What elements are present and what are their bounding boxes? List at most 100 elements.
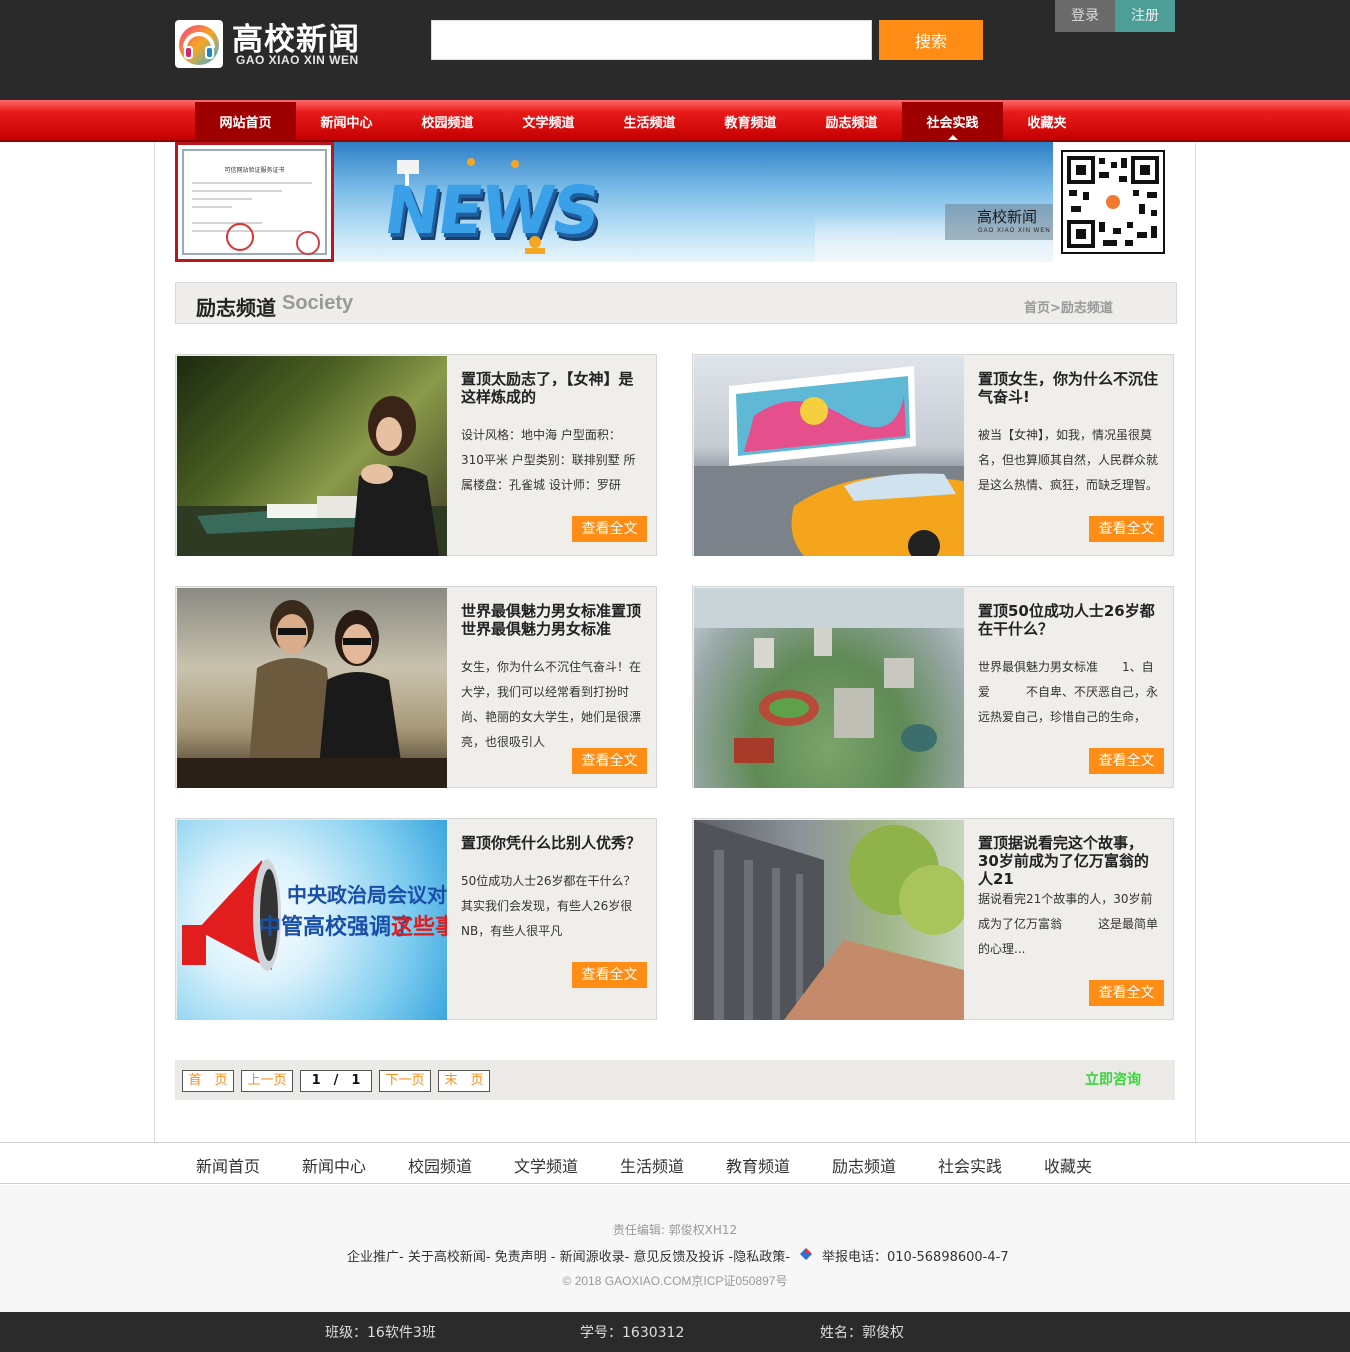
read-more-button[interactable]: 查看全文 [572, 962, 647, 988]
nav-item-label: 新闻中心 [320, 116, 373, 131]
article-image[interactable] [694, 820, 964, 1020]
megaphone-illustration: 中央政治局会议对 中管高校强调了 这些事 [182, 859, 447, 971]
nav-item-label: 文学频道 [522, 116, 575, 131]
logo-headphones-icon[interactable] [175, 20, 223, 68]
footer-link-literature[interactable]: 文学频道 [514, 1153, 578, 1177]
banner-label-en: GAO XIAO XIN WEN [978, 228, 1051, 234]
student-class: 班级：16软件3班 [325, 1325, 436, 1341]
footer-nav: 新闻首页 新闻中心 校园频道 文学频道 生活频道 教育频道 励志频道 社会实践 … [0, 1142, 1350, 1184]
article-title[interactable]: 置顶女生，你为什么不沉住气奋斗! [978, 370, 1158, 406]
nav-item-campus[interactable]: 校园频道 [397, 102, 498, 140]
container-border-left [154, 142, 155, 1142]
read-more-button[interactable]: 查看全文 [1089, 980, 1164, 1006]
nav-item-label: 收藏夹 [1027, 116, 1067, 131]
article-image[interactable] [177, 356, 447, 556]
report-phone: 举报电话：010-56898600-4-7 [822, 1250, 1009, 1265]
copyright: © 2018 GAOXIAO.COM京ICP证050897号 [562, 1274, 788, 1288]
nav-item-education[interactable]: 教育频道 [700, 102, 801, 140]
certificate-seal-icon [226, 223, 254, 251]
article-description: 世界最俱魅力男女标准 1、自爱 不自卑、不厌恶自己，永远热爱自己，珍惜自己的生命… [978, 660, 1159, 724]
article-title[interactable]: 置顶太励志了，【女神】是这样炼成的 [461, 370, 641, 406]
page-indicator: 1 / 1 [300, 1070, 372, 1092]
article-card: 置顶50位成功人士26岁都在干什么？ 世界最俱魅力男女标准 1、自爱 不自卑、不… [692, 586, 1174, 788]
nav-item-favorites[interactable]: 收藏夹 [1003, 102, 1091, 140]
news-banner[interactable]: 可信网站验证服务证书 NEWS 高校新闻 GAO XIAO XIN WEN [175, 142, 1053, 262]
nav-item-news-center[interactable]: 新闻中心 [296, 102, 397, 140]
article-image[interactable] [177, 588, 447, 788]
nav-item-home[interactable]: 网站首页 [195, 102, 296, 140]
breadcrumb[interactable]: 首页>励志频道 [1024, 297, 1113, 316]
search-button[interactable]: 搜索 [879, 20, 983, 60]
footer-link-life[interactable]: 生活频道 [620, 1153, 684, 1177]
article-card: 中央政治局会议对 中管高校强调了 这些事 置顶你凭什么比别人优秀？ 50位成功人… [175, 818, 657, 1020]
certificate-stamp-icon [296, 231, 320, 255]
footer-link-education[interactable]: 教育频道 [726, 1153, 790, 1177]
section-title: 励志频道 [196, 296, 276, 320]
first-page-button[interactable]: 首 页 [182, 1070, 234, 1092]
footer-link-social-practice[interactable]: 社会实践 [938, 1153, 1002, 1177]
footer-link-campus[interactable]: 校园频道 [408, 1153, 472, 1177]
article-title[interactable]: 置顶你凭什么比别人优秀？ [461, 834, 641, 852]
image-headline-line-3: 这些事 [391, 914, 447, 940]
student-name: 姓名：郭俊权 [820, 1325, 904, 1341]
banner-figures-icon [397, 158, 545, 254]
article-image[interactable]: 中央政治局会议对 中管高校强调了 这些事 [177, 820, 447, 1020]
next-page-button[interactable]: 下一页 [379, 1070, 431, 1092]
student-id: 学号：1630312 [580, 1325, 685, 1341]
certificate-image[interactable]: 可信网站验证服务证书 [175, 142, 334, 262]
footer-link-home[interactable]: 新闻首页 [196, 1153, 260, 1177]
footer-link-inspiration[interactable]: 励志频道 [832, 1153, 896, 1177]
image-headline-line-2: 中管高校强调了 [259, 914, 413, 940]
read-more-button[interactable]: 查看全文 [1089, 516, 1164, 542]
footer-links[interactable]: 企业推广- 关于高校新闻- 免责声明 - 新闻源收录- 意见反馈及投诉 -隐私政… [347, 1246, 790, 1265]
nav-item-life[interactable]: 生活频道 [599, 102, 700, 140]
nav-item-label: 励志频道 [825, 116, 878, 131]
article-description: 据说看完21个故事的人，30岁前成为了亿万富翁 这是最简单的心理... [978, 892, 1159, 956]
article-image[interactable] [694, 588, 964, 788]
top-header: 高校新闻 GAO XIAO XIN WEN 搜索 登录 注册 [0, 0, 1350, 100]
prev-page-button[interactable]: 上一页 [241, 1070, 293, 1092]
nav-item-social-practice[interactable]: 社会实践 [902, 102, 1003, 140]
register-button[interactable]: 注册 [1115, 0, 1175, 32]
consult-link[interactable]: 立即咨询 [1085, 1069, 1141, 1089]
article-card: 置顶女生，你为什么不沉住气奋斗! 被当【女神】，如我，情况虽很莫名，但也算顺其自… [692, 354, 1174, 556]
read-more-button[interactable]: 查看全文 [1089, 748, 1164, 774]
article-card: 置顶太励志了，【女神】是这样炼成的 设计风格：地中海 户型面积：310平米 户型… [175, 354, 657, 556]
qr-code-icon[interactable] [1061, 150, 1165, 254]
article-description: 被当【女神】，如我，情况虽很莫名，但也算顺其自然，人民群众就是这么热情、疯狂，而… [978, 428, 1159, 492]
footer-link-news-center[interactable]: 新闻中心 [302, 1153, 366, 1177]
nav-item-inspiration[interactable]: 励志频道 [801, 102, 902, 140]
article-title[interactable]: 置顶50位成功人士26岁都在干什么？ [978, 602, 1158, 638]
campus-aerial-view-illustration [694, 588, 964, 763]
article-title[interactable]: 置顶据说看完这个故事，30岁前成为了亿万富翁的人21 [978, 834, 1158, 888]
login-button[interactable]: 登录 [1055, 0, 1115, 32]
woman-at-table-illustration [177, 396, 447, 556]
site-logo-subtitle: GAO XIAO XIN WEN [236, 53, 359, 67]
nav-item-label: 生活频道 [623, 116, 676, 131]
read-more-button[interactable]: 查看全文 [572, 516, 647, 542]
search-input[interactable] [431, 20, 872, 60]
footer-link-favorites[interactable]: 收藏夹 [1044, 1153, 1092, 1177]
campus-corridor-illustration [694, 820, 964, 1020]
article-card: 世界最俱魅力男女标准置顶世界最俱魅力男女标准 女生，你为什么不沉住气奋斗！在大学… [175, 586, 657, 788]
article-title[interactable]: 世界最俱魅力男女标准置顶世界最俱魅力男女标准 [461, 602, 641, 638]
article-description: 女生，你为什么不沉住气奋斗！在大学，我们可以经常看到打扮时尚、艳丽的女大学生，她… [461, 660, 642, 749]
main-nav: 网站首页 新闻中心 校园频道 文学频道 生活频道 教育频道 励志频道 社会实践 … [0, 100, 1350, 142]
nav-item-label: 社会实践 [926, 116, 979, 131]
pagination-bar: 首 页 上一页 1 / 1 下一页 末 页 立即咨询 [175, 1060, 1175, 1100]
nav-item-label: 校园频道 [421, 116, 474, 131]
read-more-button[interactable]: 查看全文 [572, 748, 647, 774]
certificate-title: 可信网站验证服务证书 [224, 168, 285, 174]
article-image[interactable] [694, 356, 964, 556]
section-header: 励志频道 Society 首页>励志频道 [175, 282, 1177, 324]
image-headline-line-1: 中央政治局会议对 [287, 883, 447, 907]
couple-in-sunglasses-illustration [177, 600, 447, 788]
student-info-bar: 班级：16软件3班 学号：1630312 姓名：郭俊权 [0, 1312, 1350, 1352]
certificate-frame: 可信网站验证服务证书 [182, 149, 327, 255]
last-page-button[interactable]: 末 页 [438, 1070, 490, 1092]
article-description: 50位成功人士26岁都在干什么？其实我们会发现，有些人26岁很NB，有些人很平凡 [461, 874, 636, 938]
nav-item-literature[interactable]: 文学频道 [498, 102, 599, 140]
container-border-right [1195, 142, 1196, 1142]
active-caret-icon [948, 135, 958, 140]
report-diamond-icon [800, 1248, 812, 1260]
